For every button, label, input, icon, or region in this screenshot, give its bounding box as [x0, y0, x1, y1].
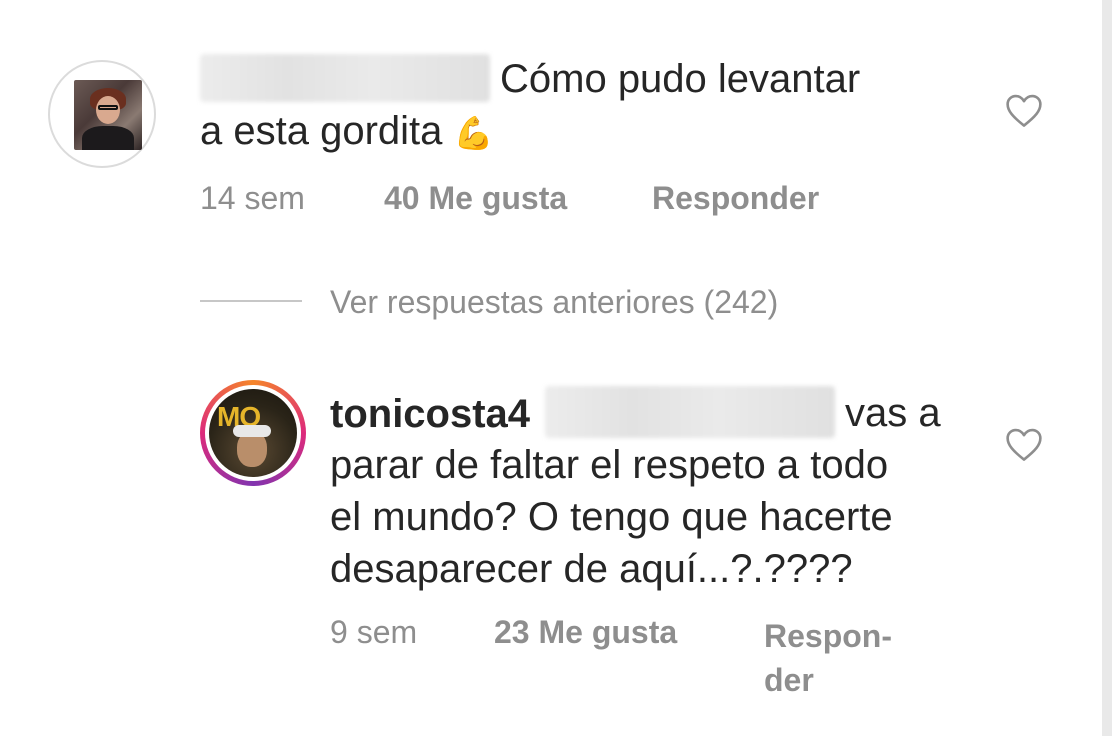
comment-2-text-line-3: el mundo? O tengo que hacerte	[330, 495, 893, 539]
view-previous-replies-button[interactable]: Ver respuestas anteriores (242)	[330, 284, 778, 321]
comment-2-likes[interactable]: 23 Me gusta	[494, 614, 677, 651]
user-avatar-icon[interactable]	[48, 60, 156, 168]
comment-1-text-line-2: a esta gordita 💪	[200, 106, 493, 158]
comment-2-reply-button[interactable]: Respon- der	[764, 614, 892, 702]
right-edge	[1102, 0, 1112, 736]
user-avatar-icon[interactable]: MQ	[200, 380, 306, 486]
avatar-photo	[74, 80, 142, 150]
comment-2-text-line-1: vas a	[845, 391, 941, 435]
heart-icon[interactable]	[1004, 426, 1044, 462]
blurred-mention[interactable]	[545, 386, 835, 438]
comment-2-text-line-4: desaparecer de aquí...?.????	[330, 547, 853, 591]
heart-icon[interactable]	[1004, 92, 1044, 128]
comment-1-likes[interactable]: 40 Me gusta	[384, 180, 567, 217]
comment-1-reply-button[interactable]: Responder	[652, 180, 819, 217]
avatar-photo: MQ	[209, 389, 297, 477]
comment-1-text-line-1: Cómo pudo levantar	[500, 57, 861, 101]
reply-label-line-1: Respon-	[764, 618, 892, 654]
reply-label-line-2: der	[764, 662, 814, 698]
flexed-biceps-icon: 💪	[453, 114, 494, 152]
comment-2-username[interactable]: tonicosta4	[330, 392, 530, 437]
comment-1-timestamp: 14 sem	[200, 180, 305, 216]
comment-1-text: a esta gordita	[200, 109, 443, 153]
blurred-username[interactable]	[200, 54, 490, 102]
replies-divider	[200, 300, 302, 302]
comment-2-timestamp: 9 sem	[330, 614, 418, 650]
comment-2-text-line-2: parar de faltar el respeto a todo	[330, 443, 889, 487]
